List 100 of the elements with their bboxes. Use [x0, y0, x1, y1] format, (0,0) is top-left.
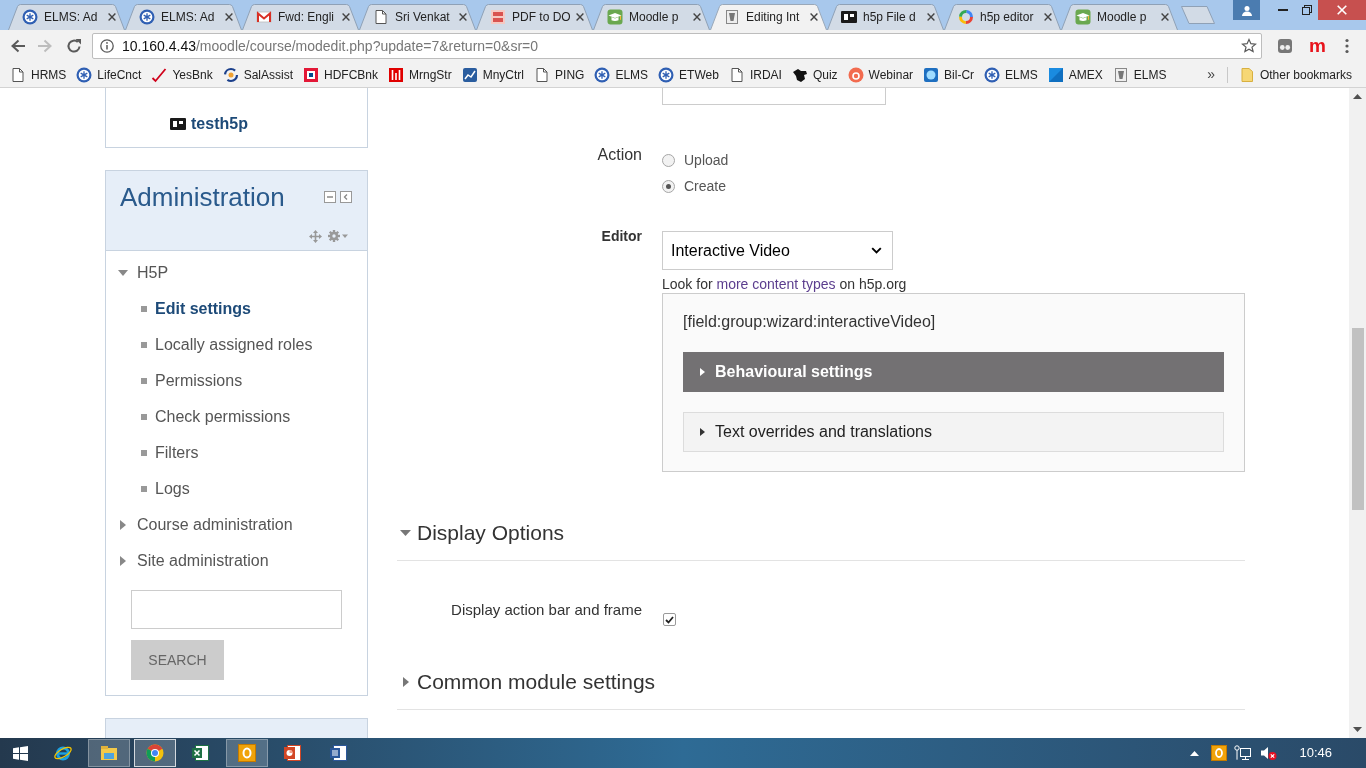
block-title: Administration — [120, 182, 285, 212]
bookmark[interactable]: ELMS — [1112, 65, 1167, 84]
close-icon[interactable] — [810, 13, 818, 21]
close-icon[interactable] — [1161, 13, 1169, 21]
back-arrow-icon[interactable] — [10, 39, 26, 53]
tree-item[interactable]: Filters — [155, 441, 199, 465]
ring-tile-icon[interactable] — [1211, 745, 1228, 761]
muted-speaker-icon[interactable] — [1260, 745, 1278, 761]
radio-button[interactable] — [662, 153, 675, 167]
bookmark[interactable]: AMEX — [1047, 65, 1103, 84]
arrow-box-icon[interactable] — [340, 191, 352, 203]
section-toggle[interactable]: Display Options — [397, 518, 565, 548]
close-icon[interactable] — [459, 13, 467, 21]
more-bookmarks-button[interactable]: » — [1207, 64, 1215, 85]
browser-tab[interactable]: Moodle p — [1061, 4, 1178, 30]
search-button[interactable]: SEARCH — [131, 640, 224, 680]
bullet-icon — [141, 414, 147, 420]
bookmark[interactable]: Quiz — [791, 65, 838, 84]
close-icon[interactable] — [693, 13, 701, 21]
tree-item[interactable]: Permissions — [155, 369, 243, 393]
close-icon[interactable] — [1044, 13, 1052, 21]
extension-button[interactable]: m — [1309, 36, 1326, 56]
caret-right-icon[interactable] — [120, 520, 126, 530]
tree-node[interactable]: Course administration — [137, 513, 293, 537]
menu-icon[interactable] — [1344, 38, 1349, 54]
star-icon[interactable] — [1241, 38, 1257, 54]
tree-item[interactable]: Check permissions — [155, 405, 291, 429]
bullet-icon — [141, 450, 147, 456]
bookmark[interactable]: ELMS — [594, 65, 649, 84]
minus-box-icon[interactable] — [324, 191, 336, 203]
profile-button[interactable] — [1233, 0, 1260, 20]
checkbox[interactable] — [663, 613, 676, 626]
section-toggle[interactable]: Common module settings — [397, 667, 656, 697]
bookmark[interactable]: HDFCBnk — [303, 65, 378, 84]
bookmark[interactable]: SalAssist — [222, 65, 293, 84]
bookmark[interactable]: PING — [534, 65, 585, 84]
reload-icon[interactable] — [66, 38, 82, 54]
nav-link[interactable]: testh5p — [191, 112, 248, 136]
tree-item[interactable]: Logs — [155, 477, 190, 501]
browser-tab[interactable]: ELMS: Ad — [8, 4, 125, 30]
chevron-down-icon — [871, 247, 882, 254]
content-types-link[interactable]: more content types — [716, 276, 836, 292]
close-icon[interactable] — [576, 13, 584, 21]
taskbar-button[interactable] — [134, 739, 176, 767]
browser-tab[interactable]: h5p File d — [827, 4, 944, 30]
bookmark[interactable]: IRDAI — [728, 65, 782, 84]
field-label: Editor — [601, 228, 642, 244]
bookmark[interactable]: HRMS — [10, 65, 67, 84]
bookmark[interactable]: Webinar — [847, 65, 914, 84]
bookmark[interactable]: MrngStr — [388, 65, 452, 84]
collapsible-group[interactable]: Behavioural settings — [683, 352, 1224, 392]
close-icon[interactable] — [927, 13, 935, 21]
tree-node[interactable]: H5P — [137, 261, 169, 285]
page-icon — [10, 66, 26, 83]
tree-item[interactable]: Edit settings — [155, 297, 251, 321]
collapsible-group[interactable]: Text overrides and translations — [683, 412, 1224, 452]
info-icon — [100, 39, 114, 53]
bookmark[interactable]: Bil-Cr — [923, 65, 975, 84]
browser-tab[interactable]: h5p editor — [944, 4, 1061, 30]
close-icon[interactable] — [225, 13, 233, 21]
close-icon[interactable] — [342, 13, 350, 21]
search-field[interactable] — [131, 590, 342, 629]
editor-select[interactable]: Interactive Video — [662, 231, 893, 270]
bookmark[interactable]: LifeCnct — [76, 65, 142, 84]
caret-down-icon[interactable] — [118, 270, 128, 276]
network-icon[interactable] — [1234, 745, 1252, 761]
bookmark[interactable]: YesBnk — [151, 65, 213, 84]
bookmark[interactable]: MnyCtrl — [461, 65, 525, 84]
person-icon — [1240, 4, 1253, 16]
caret-up-icon[interactable] — [1190, 750, 1200, 756]
bookmark[interactable]: ETWeb — [658, 65, 719, 84]
start-icon[interactable] — [12, 745, 28, 761]
browser-tab[interactable]: Moodle p — [593, 4, 710, 30]
extension-icon[interactable] — [1277, 38, 1293, 54]
arrow-up-icon[interactable] — [1353, 94, 1362, 99]
folder-icon — [99, 743, 119, 763]
tree-node[interactable]: Site administration — [137, 549, 269, 573]
bookmark[interactable]: ELMS — [984, 65, 1038, 84]
ring-badge-icon — [847, 66, 864, 83]
clock-time: 10:46 — [1299, 744, 1332, 763]
radio-label: Upload — [684, 150, 729, 170]
scrollbar-thumb[interactable] — [1351, 328, 1364, 510]
tree-item[interactable]: Locally assigned roles — [155, 333, 313, 357]
circle-tile-icon — [923, 66, 940, 83]
radio-button[interactable] — [662, 179, 675, 193]
arrow-down-icon[interactable] — [1353, 727, 1362, 732]
bullet-icon — [141, 486, 147, 492]
presentation-icon — [283, 743, 303, 763]
browser-tab[interactable]: Fwd: Engli — [242, 4, 359, 30]
taskbar-button[interactable] — [226, 739, 268, 767]
browser-tab[interactable]: PDF to DO — [476, 4, 593, 30]
caret-right-icon[interactable] — [120, 556, 126, 566]
close-icon[interactable] — [108, 13, 116, 21]
browser-tab[interactable]: ELMS: Ad — [125, 4, 242, 30]
help-text: Look for more content types on h5p.org — [662, 276, 907, 293]
address-bar[interactable]: 10.160.4.43/moodle/course/modedit.php?update=7&return=0&sr=0 — [92, 33, 1262, 59]
bookmark-folder[interactable]: Other bookmarks — [1238, 65, 1352, 84]
restore-icon — [1302, 5, 1312, 15]
browser-tab[interactable]: Editing Int — [710, 4, 827, 30]
browser-tab[interactable]: Sri Venkat — [359, 4, 476, 30]
